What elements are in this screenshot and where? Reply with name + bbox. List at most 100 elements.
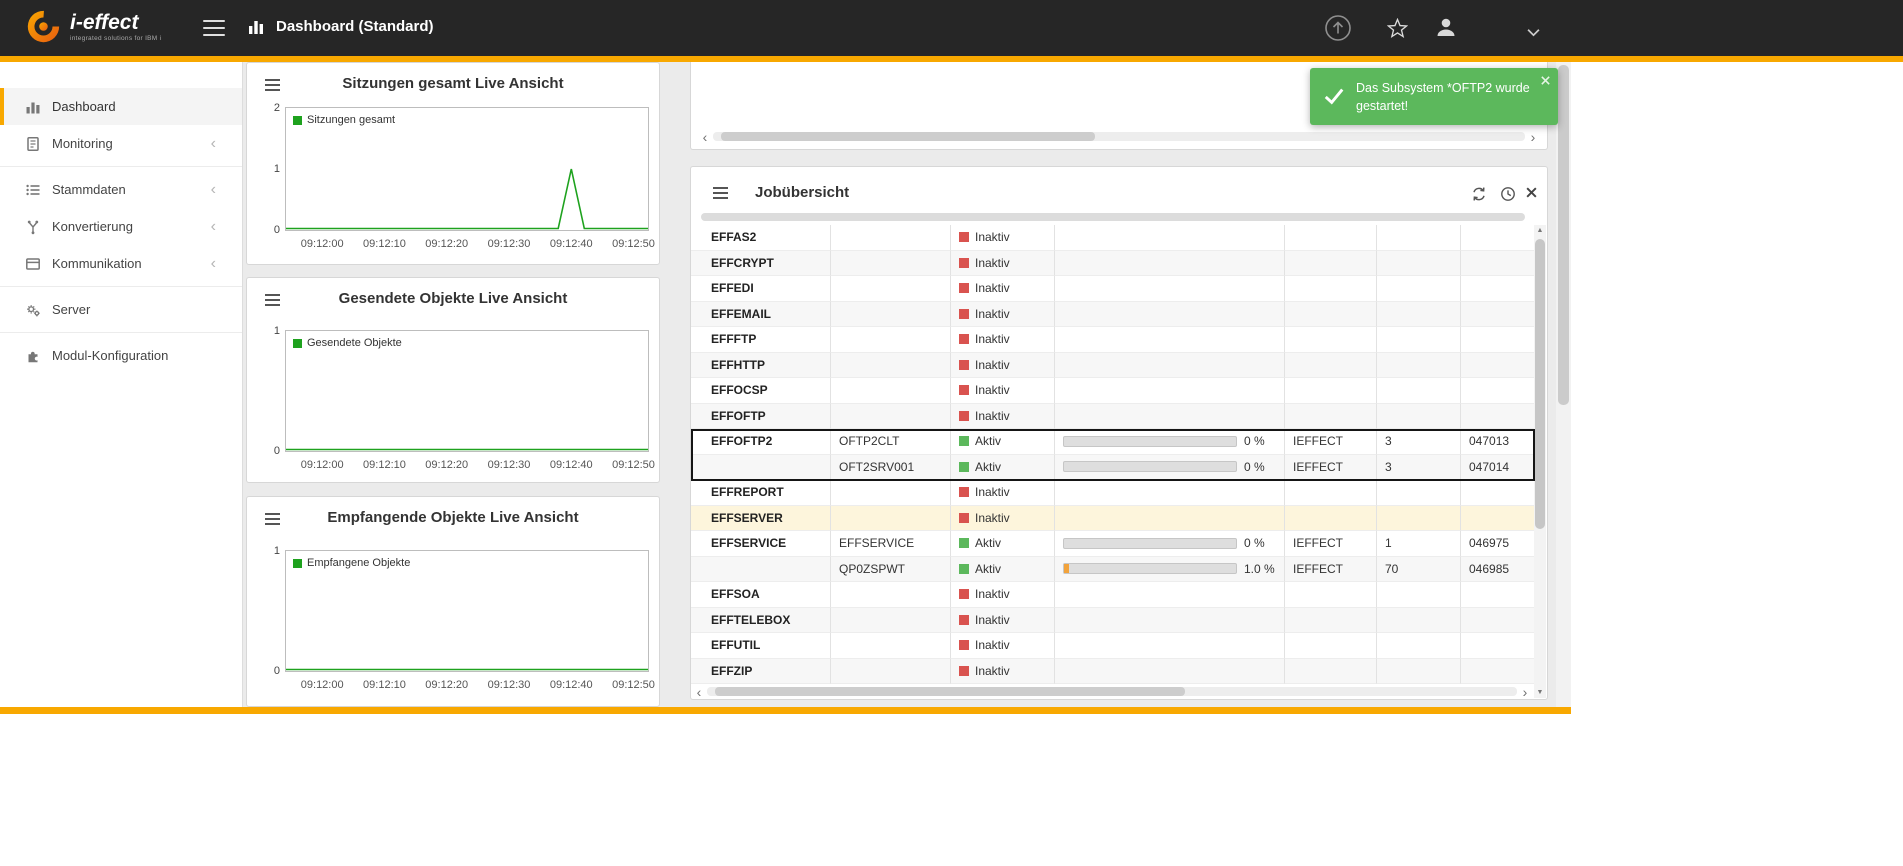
job-row-effcrypt[interactable]: EFFCRYPTInaktiv — [691, 251, 1535, 277]
cell-subsystem: EFFSERVER — [691, 506, 831, 532]
cell-progress — [1055, 608, 1285, 634]
job-row-effas2[interactable]: EFFAS2Inaktiv — [691, 225, 1535, 251]
x-axis-tick: 09:12:00 — [301, 238, 344, 250]
logo-text: i-effect — [70, 12, 161, 33]
status-label: Aktiv — [975, 536, 1001, 550]
check-icon — [1323, 85, 1345, 112]
job-row-effemail[interactable]: EFFEMAILInaktiv — [691, 302, 1535, 328]
page-vertical-scrollbar[interactable] — [1556, 62, 1571, 707]
cell-jobnumber — [1461, 327, 1535, 353]
cell-status: Inaktiv — [951, 633, 1055, 659]
chart-legend: Sitzungen gesamt — [293, 114, 395, 126]
job-row-oft2srv001[interactable]: OFT2SRV001Aktiv0 %IEFFECT3047014 — [691, 455, 1535, 481]
cell-progress — [1055, 506, 1285, 532]
scroll-left-arrow-icon[interactable]: ‹ — [693, 686, 705, 698]
cell-user — [1285, 582, 1377, 608]
job-row-effocsp[interactable]: EFFOCSPInaktiv — [691, 378, 1535, 404]
cell-jobname — [831, 659, 951, 685]
sidebar-item-konvertierung[interactable]: Konvertierung‹ — [0, 208, 242, 245]
cell-jobnumber: 046985 — [1461, 557, 1535, 583]
sidebar-item-monitoring[interactable]: Monitoring‹ — [0, 125, 242, 162]
cell-jobnumber — [1461, 582, 1535, 608]
legend-color-square — [293, 559, 302, 568]
cell-jobcount — [1377, 608, 1461, 634]
cell-user — [1285, 378, 1377, 404]
user-account-icon[interactable] — [1434, 15, 1458, 44]
scroll-right-arrow-icon[interactable]: › — [1519, 686, 1531, 698]
legend-label: Sitzungen gesamt — [307, 114, 395, 126]
cell-status: Inaktiv — [951, 353, 1055, 379]
chart-line-svg — [286, 551, 648, 671]
job-row-effserver[interactable]: EFFSERVERInaktiv — [691, 506, 1535, 532]
page-title: Dashboard (Standard) — [276, 18, 434, 35]
scrollbar-track[interactable] — [713, 132, 1525, 141]
progress-bar — [1063, 436, 1237, 447]
job-row-effutil[interactable]: EFFUTILInaktiv — [691, 633, 1535, 659]
job-row-effoftp[interactable]: EFFOFTPInaktiv — [691, 404, 1535, 430]
cell-status: Inaktiv — [951, 378, 1055, 404]
logo-swirl-icon — [24, 8, 62, 46]
status-square — [959, 666, 969, 676]
table-vertical-scrollbar[interactable]: ▲ ▼ — [1534, 225, 1546, 698]
progress-percent-label: 0 % — [1244, 460, 1265, 474]
sidebar-item-stammdaten[interactable]: Stammdaten‹ — [0, 171, 242, 208]
cell-user — [1285, 327, 1377, 353]
cell-user: IEFFECT — [1285, 429, 1377, 455]
cell-user — [1285, 276, 1377, 302]
scroll-up-arrow-icon[interactable]: ▲ — [1534, 227, 1546, 234]
sidebar-item-kommunikation[interactable]: Kommunikation‹ — [0, 245, 242, 282]
job-row-effservice[interactable]: EFFSERVICEEFFSERVICEAktiv0 %IEFFECT10469… — [691, 531, 1535, 557]
branch-icon — [25, 219, 41, 235]
star-favorites-icon[interactable] — [1387, 18, 1408, 43]
sidebar-item-server[interactable]: Server — [0, 291, 242, 328]
sidebar-item-modul-konfiguration[interactable]: Modul-Konfiguration — [0, 337, 242, 374]
job-row-qp0zspwt[interactable]: QP0ZSPWTAktiv1.0 %IEFFECT70046985 — [691, 557, 1535, 583]
i-effect-logo[interactable]: i-effect integrated solutions for IBM i — [24, 8, 161, 46]
toast-close-icon[interactable] — [1540, 73, 1551, 91]
panel-menu-hamburger-icon[interactable] — [713, 187, 728, 189]
cell-progress — [1055, 302, 1285, 328]
cell-progress — [1055, 582, 1285, 608]
history-clock-icon[interactable] — [1500, 186, 1516, 207]
sidebar-item-dashboard[interactable]: Dashboard — [0, 88, 242, 125]
cell-status: Aktiv — [951, 429, 1055, 455]
cell-subsystem — [691, 557, 831, 583]
y-axis-tick: 2 — [256, 102, 280, 114]
scroll-down-arrow-icon[interactable]: ▼ — [1534, 689, 1546, 696]
chevron-down-icon[interactable] — [1527, 24, 1540, 42]
sidebar-item-label: Dashboard — [52, 99, 116, 114]
job-row-effftp[interactable]: EFFFTPInaktiv — [691, 327, 1535, 353]
cell-jobcount — [1377, 506, 1461, 532]
sidebar-toggle-hamburger-icon[interactable] — [203, 20, 225, 37]
scroll-right-arrow-icon[interactable]: › — [1527, 131, 1539, 143]
panel-close-icon[interactable] — [1525, 186, 1538, 204]
x-axis-tick: 09:12:00 — [301, 679, 344, 691]
cell-jobnumber — [1461, 225, 1535, 251]
scrollbar-track[interactable] — [707, 687, 1517, 696]
logo-tagline: integrated solutions for IBM i — [70, 35, 161, 42]
x-axis-tick: 09:12:10 — [363, 238, 406, 250]
scrollbar-thumb[interactable] — [715, 687, 1185, 696]
table-top-scrollbar[interactable] — [701, 213, 1525, 221]
scroll-left-arrow-icon[interactable]: ‹ — [699, 131, 711, 143]
sidebar-divider — [0, 286, 242, 287]
scrollbar-thumb[interactable] — [1535, 239, 1545, 529]
job-row-effhttp[interactable]: EFFHTTPInaktiv — [691, 353, 1535, 379]
job-row-efftelebox[interactable]: EFFTELEBOXInaktiv — [691, 608, 1535, 634]
x-axis-tick: 09:12:50 — [612, 459, 655, 471]
cell-jobcount — [1377, 378, 1461, 404]
job-row-effoftp2[interactable]: EFFOFTP2OFTP2CLTAktiv0 %IEFFECT3047013 — [691, 429, 1535, 455]
refresh-icon[interactable] — [1471, 186, 1487, 207]
cell-progress: 0 % — [1055, 455, 1285, 481]
scrollbar-thumb[interactable] — [721, 132, 1095, 141]
cell-jobname — [831, 302, 951, 328]
scrollbar-thumb[interactable] — [1558, 65, 1569, 405]
circle-arrow-up-icon[interactable] — [1324, 14, 1352, 47]
job-row-effedi[interactable]: EFFEDIInaktiv — [691, 276, 1535, 302]
job-row-effzip[interactable]: EFFZIPInaktiv — [691, 659, 1535, 685]
cell-subsystem: EFFCRYPT — [691, 251, 831, 277]
cell-jobnumber — [1461, 659, 1535, 685]
job-row-effsoa[interactable]: EFFSOAInaktiv — [691, 582, 1535, 608]
job-row-effreport[interactable]: EFFREPORTInaktiv — [691, 480, 1535, 506]
sidebar-item-label: Konvertierung — [52, 219, 133, 234]
